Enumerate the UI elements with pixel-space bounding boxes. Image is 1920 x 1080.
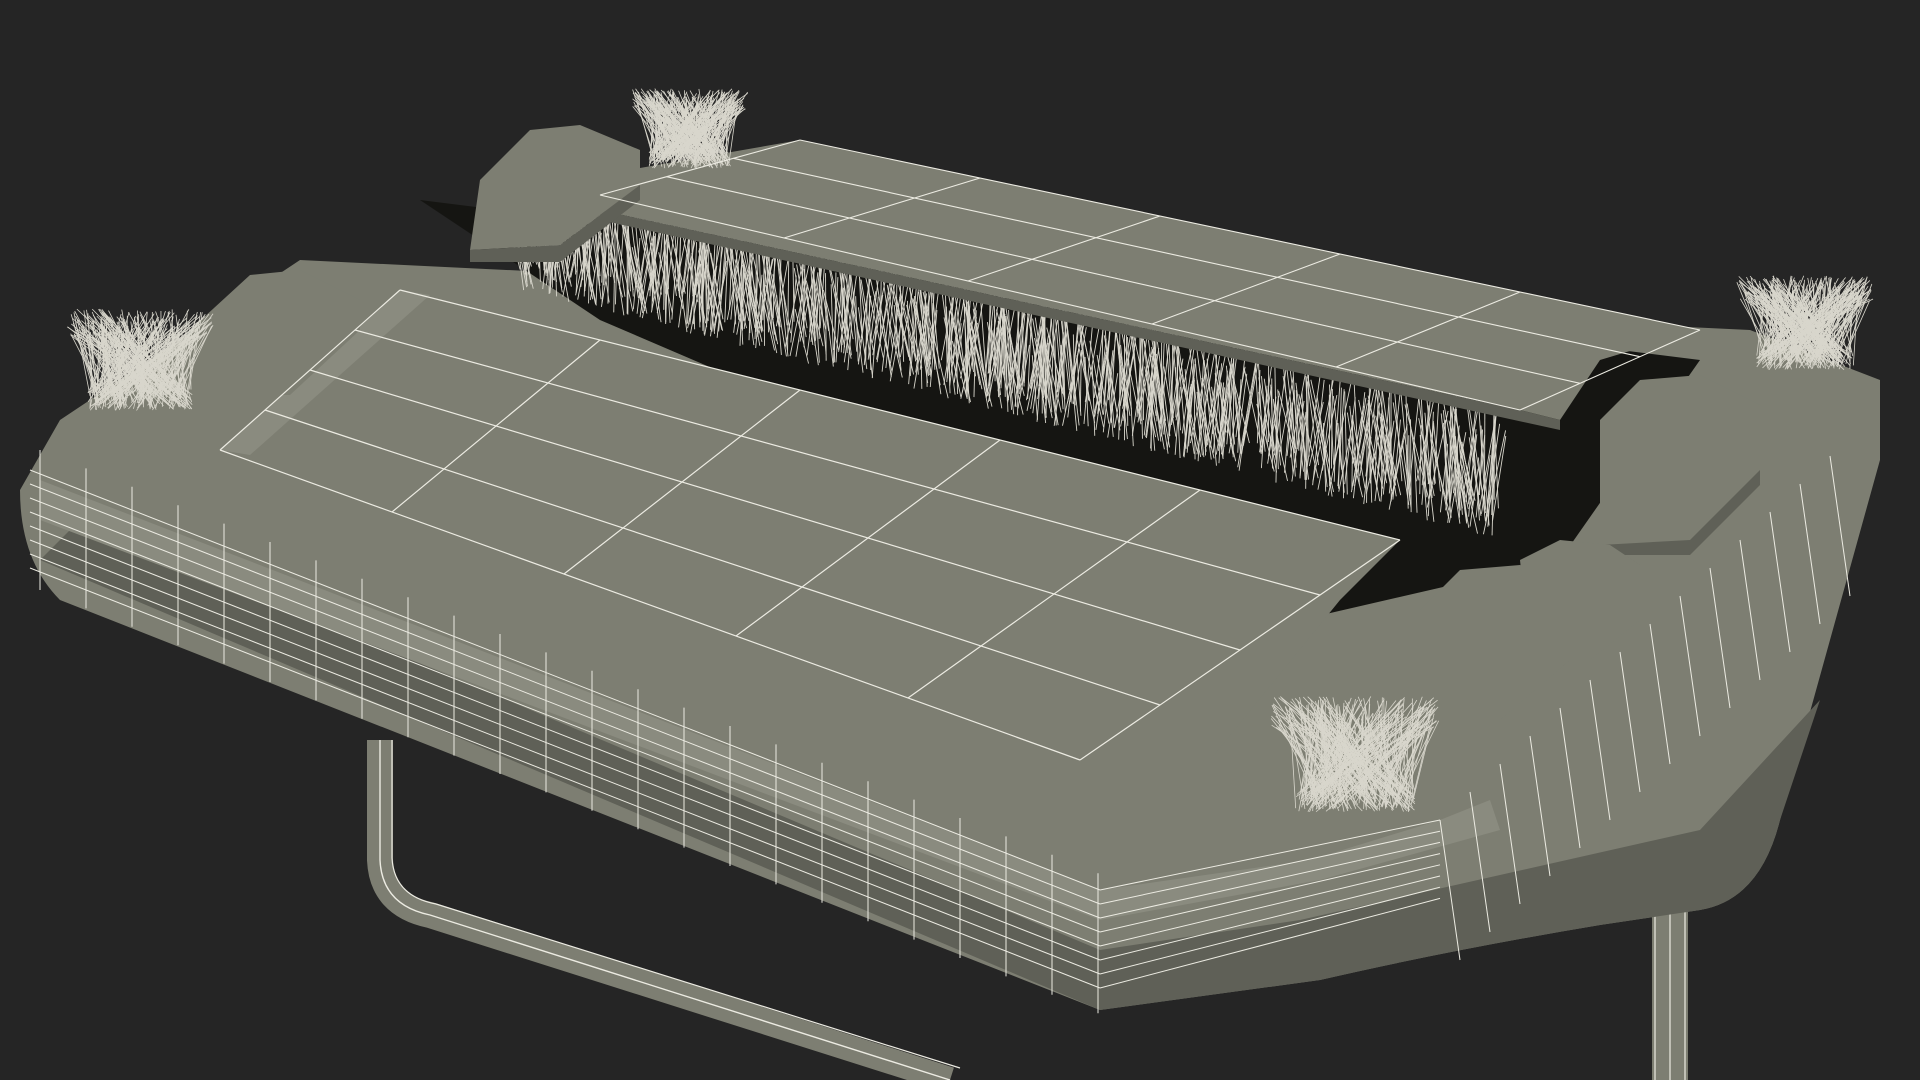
wireframe-render: [0, 0, 1920, 1080]
bristle: [1232, 353, 1235, 458]
render-viewport: [0, 0, 1920, 1080]
bristle: [1410, 419, 1412, 513]
